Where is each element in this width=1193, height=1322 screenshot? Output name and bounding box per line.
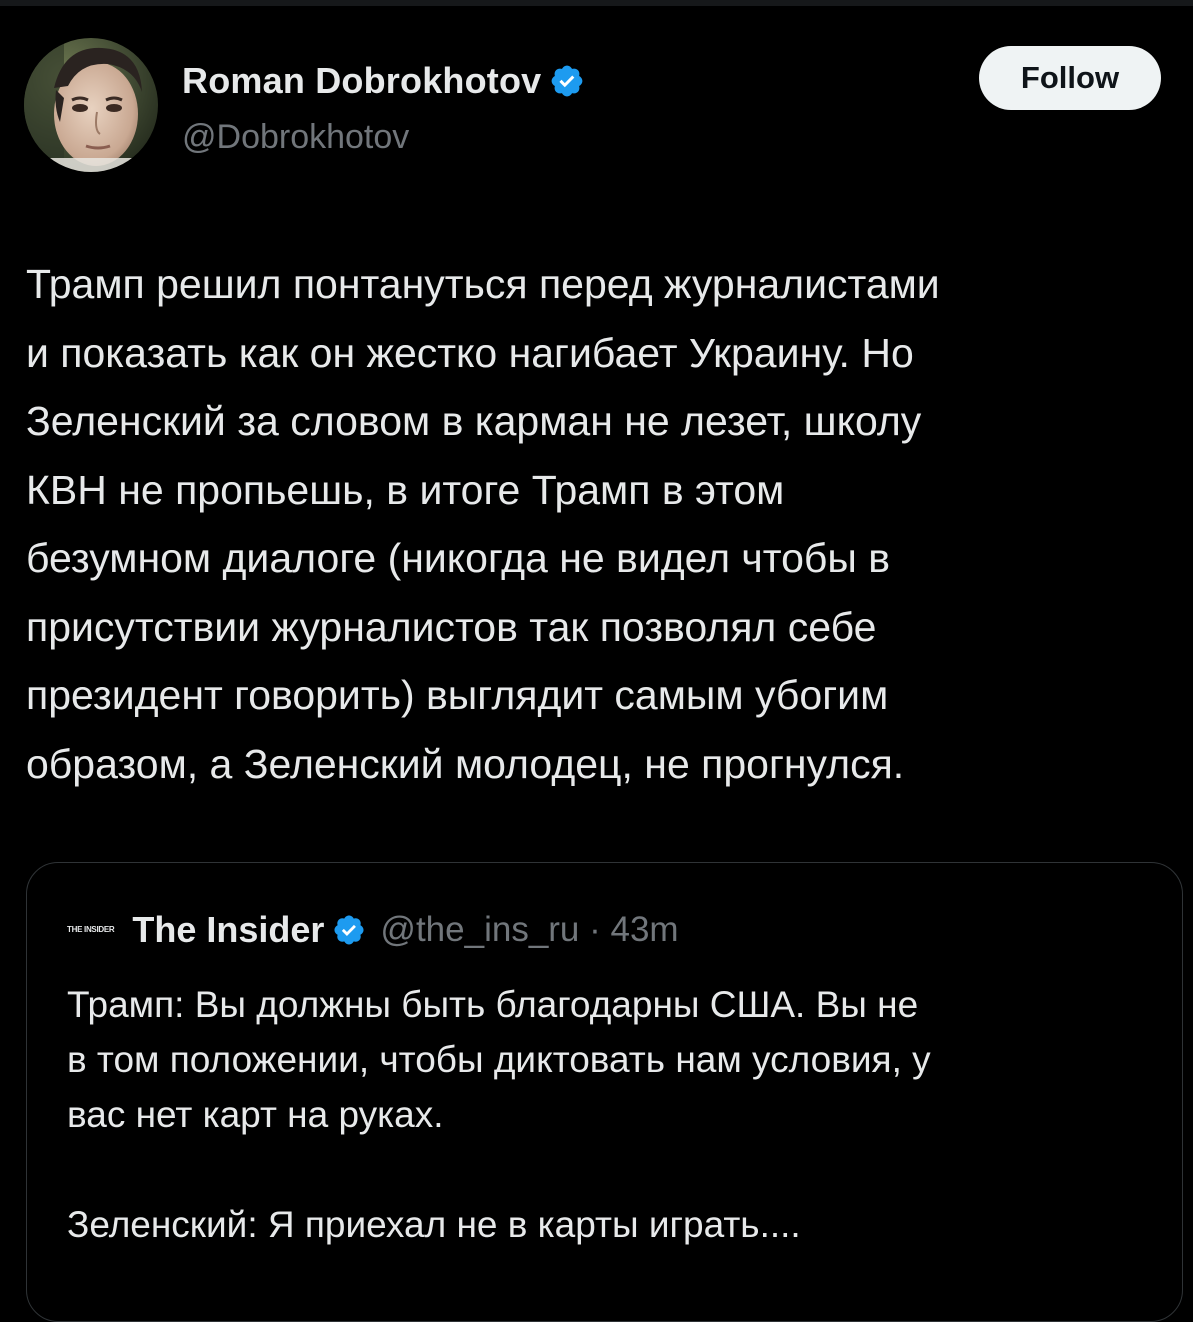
author-name-row: Roman Dobrokhotov <box>182 58 585 104</box>
author-handle[interactable]: @Dobrokhotov <box>182 118 409 157</box>
verified-badge-icon <box>549 63 585 99</box>
author-display-name[interactable]: Roman Dobrokhotov <box>182 60 541 102</box>
tweet-text: Трамп решил понтануться перед журналиста… <box>26 261 940 787</box>
quoted-tweet-header: THE INSIDER The Insider @the_ins_ru · 43… <box>67 905 679 955</box>
author-avatar[interactable] <box>24 38 158 172</box>
follow-button[interactable]: Follow <box>979 46 1161 110</box>
tweet-header: Roman Dobrokhotov @Dobrokhotov Follow <box>24 38 1169 178</box>
quoted-tweet-card[interactable]: THE INSIDER The Insider @the_ins_ru · 43… <box>26 862 1183 1322</box>
quoted-tweet-text: Трамп: Вы должны быть благодарны США. Вы… <box>67 984 931 1245</box>
verified-badge-icon <box>332 913 366 947</box>
the-insider-logo: THE INSIDER <box>67 925 115 934</box>
quoted-handle-timestamp[interactable]: @the_ins_ru · 43m <box>380 910 678 950</box>
quoted-author-name[interactable]: The Insider <box>132 909 324 951</box>
top-edge-strip <box>0 0 1193 6</box>
